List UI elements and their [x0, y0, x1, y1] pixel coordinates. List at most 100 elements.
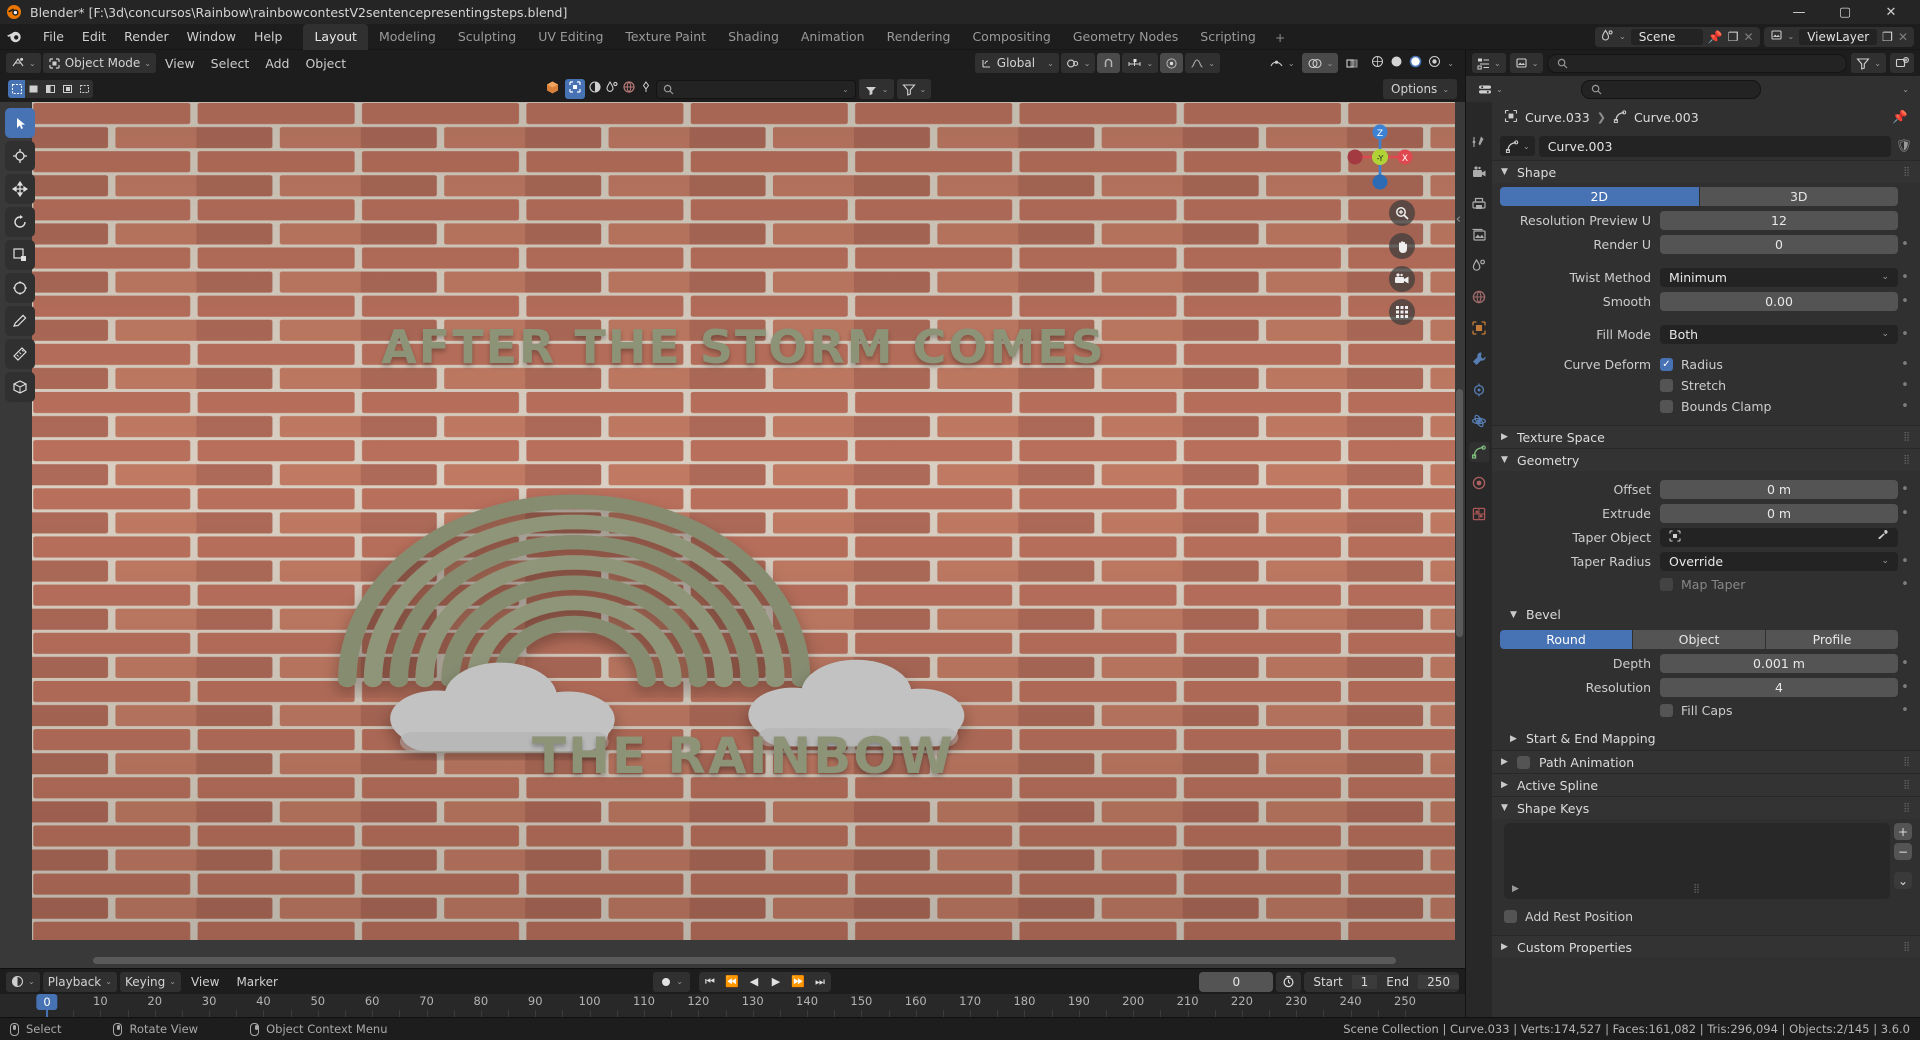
animate-dot-taper-radius[interactable]: •	[1898, 555, 1912, 568]
tweak-select-icon[interactable]	[8, 80, 25, 98]
viewport-menu-add[interactable]: Add	[258, 54, 296, 73]
checkbox-bounds-clamp[interactable]	[1660, 400, 1673, 413]
tool-measure[interactable]	[5, 339, 35, 369]
snap-options-button[interactable]: ⌄	[1122, 53, 1159, 73]
bevel-type-object-button[interactable]: Object	[1633, 629, 1765, 649]
timeline-menu-view[interactable]: View	[184, 973, 226, 991]
animate-dot-fill-caps[interactable]: •	[1898, 704, 1912, 717]
select-difference-icon[interactable]	[42, 80, 59, 98]
menu-help[interactable]: Help	[245, 26, 292, 47]
use-preview-range-button[interactable]	[1276, 971, 1302, 992]
workspace-tab-sculpting[interactable]: Sculpting	[447, 24, 527, 50]
pin-id-icon[interactable]: 📌	[1892, 109, 1908, 125]
timeline-menu-keying[interactable]: Keying ⌄	[119, 971, 181, 992]
field-taper-object[interactable]	[1660, 527, 1898, 547]
checkbox-add-rest-position[interactable]	[1504, 910, 1517, 923]
field-render-u[interactable]: 0	[1660, 234, 1898, 254]
properties-search-input[interactable]	[1580, 79, 1761, 99]
search-clear-icon[interactable]: ⌄	[842, 85, 849, 94]
field-taper-radius[interactable]: Override ⌄	[1660, 551, 1898, 571]
object-mode-selector[interactable]: Object Mode ⌄	[42, 53, 156, 73]
minimize-button[interactable]: —	[1776, 0, 1822, 24]
new-viewlayer-icon[interactable]: ❐	[1882, 30, 1893, 44]
properties-tab-tool[interactable]	[1469, 132, 1489, 152]
frame-range-fields[interactable]: Start 1 End 250	[1304, 971, 1460, 992]
select-box-icon[interactable]	[25, 80, 42, 98]
remove-scene-icon[interactable]: ✕	[1743, 30, 1753, 44]
viewport-search-input[interactable]: ⌄	[655, 79, 856, 99]
armature-filter-icon[interactable]	[639, 80, 653, 98]
navigation-gizmo[interactable]: Z X -Y	[1343, 120, 1417, 194]
workspace-tab-layout[interactable]: Layout	[303, 23, 368, 50]
properties-tab-output[interactable]	[1469, 194, 1489, 214]
tool-scale[interactable]	[5, 240, 35, 270]
outliner-display-mode-button[interactable]: ⌄	[1509, 53, 1544, 73]
field-fill-mode[interactable]: Both ⌄	[1660, 324, 1898, 344]
xray-toggle[interactable]	[1340, 53, 1364, 73]
maximize-button[interactable]: ▢	[1822, 0, 1868, 24]
workspace-tab-shading[interactable]: Shading	[717, 24, 790, 50]
properties-tab-scene[interactable]	[1469, 256, 1489, 276]
shading-mode-group[interactable]: ⌄	[1366, 53, 1459, 73]
field-bevel-depth[interactable]: 0.001 m	[1660, 653, 1898, 673]
animate-dot-offset[interactable]: •	[1898, 483, 1912, 496]
breadcrumb-object-name[interactable]: Curve.033	[1525, 110, 1590, 125]
viewport-gizmos-toggle[interactable]: ⌄	[1264, 53, 1300, 73]
datablock-type-button[interactable]: ⌄	[1500, 136, 1535, 156]
panel-header-shape-keys[interactable]: ▼ Shape Keys ⣿	[1492, 796, 1920, 819]
properties-tab-particles[interactable]	[1469, 380, 1489, 400]
visibility-filter-button[interactable]: ⌄	[858, 79, 894, 99]
scene-selector[interactable]: ⌄ Scene 📌 ❐ ✕	[1595, 26, 1760, 47]
viewport-3d[interactable]: AFTER THE STORM COMES THE RAINBOW Z X -Y…	[0, 102, 1465, 968]
text-object-line1[interactable]: AFTER THE STORM COMES	[32, 320, 1455, 374]
text-object-line2[interactable]: THE RAINBOW	[32, 727, 1455, 785]
viewport-menu-view[interactable]: View	[158, 54, 202, 73]
field-offset[interactable]: 0 m	[1660, 479, 1898, 499]
field-resolution-preview-u[interactable]: 12	[1660, 210, 1898, 230]
bevel-type-round-button[interactable]: Round	[1500, 629, 1632, 649]
checkbox-radius[interactable]	[1660, 358, 1673, 371]
workspace-tab-texture-paint[interactable]: Texture Paint	[614, 24, 717, 50]
timeline-ruler[interactable]: 0 10 20 30 40 50 60 70 80 90 100 110 120 130 140 150 160…	[0, 994, 1465, 1017]
panel-header-geometry[interactable]: ▼ Geometry ⣿	[1492, 448, 1920, 471]
tool-add-cube[interactable]	[5, 372, 35, 402]
shape-keys-expand-icon[interactable]: ▶	[1512, 884, 1519, 894]
render-filter-icon[interactable]	[588, 80, 602, 98]
animate-dot-bounds-clamp[interactable]: •	[1898, 400, 1912, 413]
jump-to-end-button[interactable]: ⏭	[809, 972, 831, 992]
viewport-overlays-toggle[interactable]: ⌄	[1301, 53, 1339, 73]
outliner-filter-button[interactable]: ⌄	[1851, 53, 1886, 73]
properties-editor-type-button[interactable]: ⌄	[1473, 79, 1508, 99]
tool-transform[interactable]	[5, 273, 35, 303]
viewport-options-button[interactable]: Options ⌄	[1383, 79, 1458, 99]
auto-keying-toggle[interactable]: ⌄	[653, 971, 690, 992]
panel-header-shape[interactable]: ▼ Shape ⣿	[1492, 160, 1920, 183]
panel-header-bevel[interactable]: ▼ Bevel	[1492, 603, 1920, 626]
tool-select-box[interactable]	[5, 108, 35, 138]
blender-menu-icon[interactable]	[6, 29, 24, 45]
timeline-menu-playback[interactable]: Playback ⌄	[42, 971, 117, 992]
current-frame-field[interactable]: 0	[1199, 971, 1274, 992]
checkbox-stretch[interactable]	[1660, 379, 1673, 392]
panel-header-texture-space[interactable]: ▶ Texture Space ⣿	[1492, 425, 1920, 448]
panel-header-custom-properties[interactable]: ▶ Custom Properties ⣿	[1492, 935, 1920, 958]
menu-window[interactable]: Window	[178, 26, 245, 47]
properties-tab-modifiers[interactable]	[1469, 349, 1489, 369]
properties-tab-physics[interactable]	[1469, 411, 1489, 431]
animate-dot-render-u[interactable]: •	[1898, 238, 1912, 251]
viewport-menu-select[interactable]: Select	[204, 54, 257, 73]
workspace-tab-compositing[interactable]: Compositing	[961, 24, 1061, 50]
shape-key-add-button[interactable]: +	[1894, 823, 1912, 840]
jump-to-start-button[interactable]: ⏮	[699, 972, 721, 992]
modifier-filter-icon[interactable]	[605, 80, 619, 98]
bevel-type-profile-button[interactable]: Profile	[1766, 629, 1898, 649]
field-extrude[interactable]: 0 m	[1660, 503, 1898, 523]
animate-dot-map-taper[interactable]: •	[1898, 578, 1912, 591]
previous-keyframe-button[interactable]: ⏪	[721, 972, 743, 992]
field-twist-method[interactable]: Minimum ⌄	[1660, 267, 1898, 287]
close-button[interactable]: ✕	[1868, 0, 1914, 24]
field-bevel-resolution[interactable]: 4	[1660, 677, 1898, 697]
zoom-icon[interactable]	[1389, 200, 1415, 226]
viewport-horizontal-scrollbar[interactable]	[36, 957, 1453, 964]
dimension-3d-button[interactable]: 3D	[1699, 186, 1898, 206]
